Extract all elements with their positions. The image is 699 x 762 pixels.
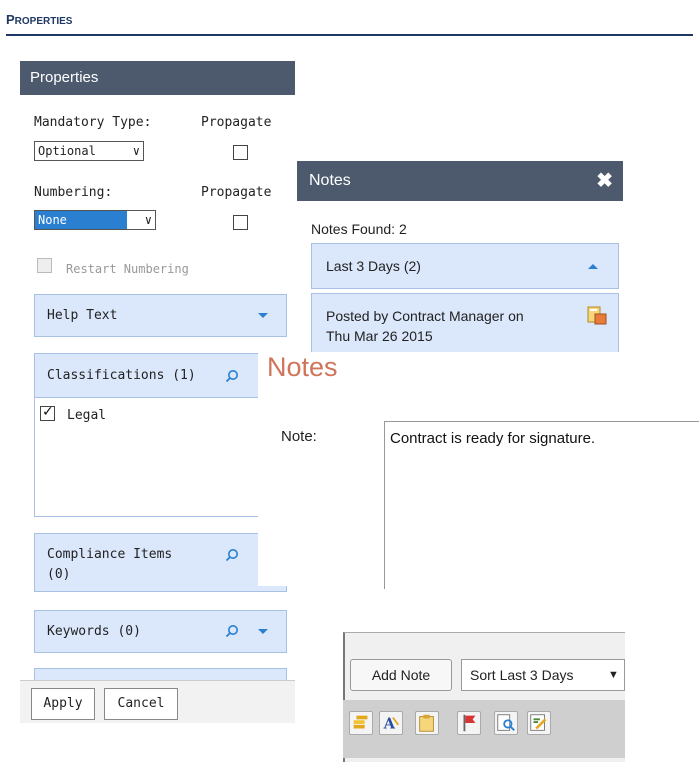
notes-found-count: Notes Found: 2 bbox=[311, 221, 407, 237]
flag-icon[interactable] bbox=[457, 711, 481, 735]
search-icon[interactable] bbox=[225, 624, 239, 638]
chevron-down-icon: ∨ bbox=[132, 144, 140, 158]
search-icon[interactable] bbox=[225, 369, 239, 383]
classifications-accordion[interactable]: Classifications (1) bbox=[34, 353, 287, 398]
expand-icon[interactable] bbox=[258, 629, 268, 634]
compliance-items-count: (0) bbox=[47, 567, 71, 582]
note-entry-date: Thu Mar 26 2015 bbox=[326, 328, 433, 344]
sort-select[interactable]: Sort Last 3 Days ▼ bbox=[461, 659, 625, 691]
mandatory-type-value: Optional bbox=[38, 144, 96, 158]
note-textarea[interactable]: Contract is ready for signature. bbox=[384, 421, 699, 589]
classifications-label: Classifications (1) bbox=[47, 368, 196, 383]
compliance-items-label: Compliance Items bbox=[47, 547, 173, 562]
notes-group-label: Last 3 Days (2) bbox=[326, 258, 421, 274]
help-text-label: Help Text bbox=[47, 308, 118, 323]
note-entry: Posted by Contract Manager on Thu Mar 26… bbox=[311, 293, 619, 354]
classifications-list: Legal bbox=[34, 397, 287, 517]
propagate-numbering-checkbox[interactable] bbox=[233, 215, 248, 230]
clipboard-icon[interactable] bbox=[415, 711, 439, 735]
font-icon[interactable]: A bbox=[379, 711, 403, 735]
coins-icon[interactable] bbox=[349, 711, 373, 735]
propagate-label: Propagate bbox=[201, 185, 272, 200]
numbering-label: Numbering: bbox=[34, 185, 113, 200]
chevron-down-icon: ∨ bbox=[144, 213, 152, 227]
expand-icon[interactable] bbox=[258, 313, 268, 318]
note-label: Note: bbox=[281, 428, 317, 445]
notes-group-header[interactable]: Last 3 Days (2) bbox=[311, 243, 619, 289]
note-editor-title: Notes bbox=[267, 352, 338, 382]
notes-popup-title: Notes bbox=[309, 172, 351, 189]
edit-document-icon[interactable] bbox=[527, 711, 551, 735]
mandatory-type-label: Mandatory Type: bbox=[34, 115, 152, 130]
numbering-value: None bbox=[38, 213, 67, 227]
section-title: PROPERTIES bbox=[6, 12, 73, 27]
note-icon[interactable] bbox=[586, 304, 608, 326]
compliance-items-accordion[interactable]: Compliance Items (0) bbox=[34, 533, 287, 592]
classification-item-label: Legal bbox=[67, 408, 107, 423]
mandatory-type-select[interactable]: Optional ∨ bbox=[34, 141, 144, 161]
sort-select-value: Sort Last 3 Days bbox=[470, 667, 574, 683]
propagate-label: Propagate bbox=[201, 115, 272, 130]
help-text-accordion[interactable]: Help Text bbox=[34, 294, 287, 337]
restart-numbering-checkbox[interactable] bbox=[37, 258, 52, 273]
chevron-down-icon: ▼ bbox=[608, 669, 619, 681]
notes-popup-header: Notes ✖ bbox=[297, 161, 623, 201]
collapse-icon[interactable] bbox=[588, 264, 598, 269]
close-icon[interactable]: ✖ bbox=[596, 161, 613, 201]
keywords-accordion[interactable]: Keywords (0) bbox=[34, 610, 287, 653]
add-note-button[interactable]: Add Note bbox=[350, 659, 452, 691]
keywords-label: Keywords (0) bbox=[47, 624, 141, 639]
legal-checkbox[interactable] bbox=[40, 404, 55, 421]
numbering-select[interactable]: None ∨ bbox=[34, 210, 156, 230]
search-document-icon[interactable] bbox=[494, 711, 518, 735]
note-entry-author: Posted by Contract Manager on bbox=[326, 308, 524, 324]
restart-numbering-label: Restart Numbering bbox=[66, 262, 189, 276]
apply-button[interactable]: Apply bbox=[31, 688, 95, 720]
propagate-mandatory-checkbox[interactable] bbox=[233, 145, 248, 160]
cancel-button[interactable]: Cancel bbox=[104, 688, 178, 720]
section-divider bbox=[6, 34, 693, 36]
search-icon[interactable] bbox=[225, 548, 239, 562]
properties-panel-header: Properties bbox=[20, 61, 295, 95]
